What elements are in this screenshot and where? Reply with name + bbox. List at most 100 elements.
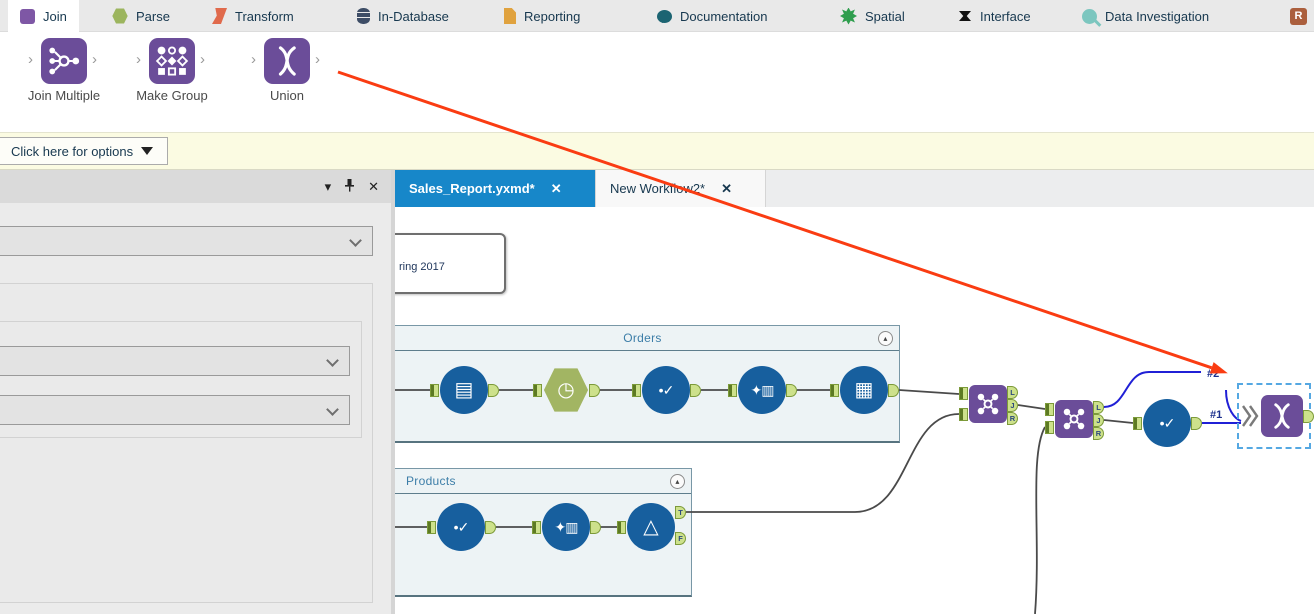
browse-table-tool-glyph: ▦ (855, 380, 874, 400)
category-tab-indb[interactable]: In-Database (345, 0, 461, 32)
category-tab-reporting[interactable]: Reporting (492, 0, 592, 32)
category-tab-label: Reporting (524, 9, 580, 24)
config-dropdown-1[interactable] (0, 226, 373, 256)
configuration-panel: ▾ ✕ (0, 170, 391, 614)
palette-tool-union[interactable]: Union (227, 38, 347, 103)
data-check-tool-2-input-anchor[interactable] (427, 521, 436, 534)
join-tool-2[interactable] (1055, 400, 1093, 438)
connection-black[interactable] (899, 390, 959, 394)
palette-tool-label: Join Multiple (4, 88, 124, 103)
tab-close-icon[interactable]: ✕ (721, 181, 732, 197)
category-tab-predictive[interactable]: RPredictive (1278, 0, 1314, 32)
category-tab-parse[interactable]: Parse (100, 0, 182, 32)
document-tab-2[interactable]: New Workflow2* ✕ (596, 170, 766, 207)
join-tool-2-output-anchor-R[interactable]: R (1093, 427, 1104, 440)
data-check-tool-1[interactable]: •✓ (642, 366, 690, 414)
chevron-right-icon: › (315, 51, 320, 68)
filter-tool-input-anchor[interactable] (617, 521, 626, 534)
category-tab-label: Join (43, 9, 67, 24)
close-icon[interactable]: ✕ (368, 179, 379, 195)
browse-table-tool-output-anchor[interactable] (888, 384, 899, 397)
data-cleansing-tool-1[interactable]: ✦▥ (738, 366, 786, 414)
filter-tool-output-anchor-T[interactable]: T (675, 506, 686, 519)
panel-menu-icon[interactable]: ▾ (325, 179, 332, 195)
data-cleansing-tool-1-input-anchor[interactable] (728, 384, 737, 397)
document-tab-label: New Workflow2* (610, 181, 705, 196)
union-tool[interactable] (1261, 395, 1303, 437)
data-cleansing-tool-2-output-anchor[interactable] (590, 521, 601, 534)
document-area: Sales_Report.yxmd*✕New Workflow2*✕ ring … (395, 170, 1314, 614)
data-check-tool-1-output-anchor[interactable] (690, 384, 701, 397)
browse-table-tool-input-anchor[interactable] (830, 384, 839, 397)
connection-blue[interactable] (1104, 372, 1201, 407)
chevron-right-icon: › (200, 51, 205, 68)
data-check-tool-2[interactable]: •✓ (437, 503, 485, 551)
input-data-tool-output-anchor[interactable] (488, 384, 499, 397)
connection-black[interactable] (1104, 420, 1133, 423)
data-check-tool-1-input-anchor[interactable] (632, 384, 641, 397)
tab-close-icon[interactable]: ✕ (551, 181, 562, 197)
join-tool-1-input-anchor[interactable] (959, 408, 968, 421)
data-cleansing-tool-1-output-anchor[interactable] (786, 384, 797, 397)
data-check-tool-3-input-anchor[interactable] (1133, 417, 1142, 430)
chevron-down-icon (326, 354, 339, 367)
spatial-icon (840, 8, 857, 25)
filter-tool-glyph: △ (643, 517, 658, 537)
category-tab-transform[interactable]: Transform (200, 0, 306, 32)
join-tool-1-input-anchor[interactable] (959, 387, 968, 400)
category-tab-label: In-Database (378, 9, 449, 24)
chevron-right-icon: › (136, 51, 141, 68)
connection-black[interactable] (1035, 427, 1045, 614)
category-tab-label: Documentation (680, 9, 767, 24)
config-dropdown-2[interactable] (0, 346, 350, 376)
chevron-right-icon: › (28, 51, 33, 68)
category-tab-join[interactable]: Join (8, 0, 79, 32)
join-tool-1-output-anchor-J[interactable]: J (1007, 399, 1018, 412)
pin-icon[interactable] (343, 178, 356, 196)
filter-tool-output-anchor-F[interactable]: F (675, 532, 686, 545)
category-tab-doc[interactable]: Documentation (645, 0, 779, 32)
data-cleansing-tool-1-glyph: ✦▥ (751, 383, 774, 397)
join-tool-2-input-anchor[interactable] (1045, 421, 1054, 434)
data-check-tool-2-output-anchor[interactable] (485, 521, 496, 534)
config-dropdown-3[interactable] (0, 395, 350, 425)
document-tab-1[interactable]: Sales_Report.yxmd*✕ (395, 170, 596, 207)
browse-table-tool[interactable]: ▦ (840, 366, 888, 414)
palette-tool-label: Make Group (112, 88, 232, 103)
join-tool-1-output-anchor-R[interactable]: R (1007, 412, 1018, 425)
category-tab-interface[interactable]: Interface (946, 0, 1043, 32)
filter-tool[interactable]: △ (627, 503, 675, 551)
datetime-tool-glyph: ◷ (557, 380, 574, 400)
join-tool-1-output-anchor-L[interactable]: L (1007, 386, 1018, 399)
category-tab-spatial[interactable]: Spatial (828, 0, 917, 32)
category-tab-datainv[interactable]: Data Investigation (1070, 0, 1221, 32)
connection-order-label: #2 (1206, 368, 1220, 380)
join-tool-2-input-anchor[interactable] (1045, 403, 1054, 416)
transform-icon (212, 8, 227, 24)
join-multiple-icon (41, 38, 87, 84)
union-tool-output-anchor[interactable] (1303, 410, 1314, 423)
union-tool-multi-input-anchor[interactable] (1240, 402, 1260, 435)
datainv-icon (1082, 9, 1097, 24)
join-tool-2-output-anchor-J[interactable]: J (1093, 414, 1104, 427)
data-check-tool-3-output-anchor[interactable] (1191, 417, 1202, 430)
palette-tool-make-group[interactable]: Make Group (112, 38, 232, 103)
connection-black[interactable] (1018, 405, 1045, 409)
datetime-tool-output-anchor[interactable] (589, 384, 600, 397)
palette-tool-join-multiple[interactable]: Join Multiple (4, 38, 124, 103)
parse-icon (112, 8, 128, 24)
connection-black[interactable] (686, 414, 959, 512)
document-tab-bar: Sales_Report.yxmd*✕ New Workflow2* ✕ (395, 170, 1314, 207)
input-data-tool-input-anchor[interactable] (430, 384, 439, 397)
options-button[interactable]: Click here for options (0, 137, 168, 165)
workflow-canvas[interactable]: ring 2017 Orders▴Products▴▤◷•✓✦▥▦•✓✦▥△TF… (395, 207, 1314, 614)
chevron-down-icon (326, 403, 339, 416)
chevron-down-icon (349, 234, 362, 247)
datetime-tool-input-anchor[interactable] (533, 384, 542, 397)
join-tool-2-output-anchor-L[interactable]: L (1093, 401, 1104, 414)
input-data-tool[interactable]: ▤ (440, 366, 488, 414)
data-cleansing-tool-2-input-anchor[interactable] (532, 521, 541, 534)
data-check-tool-3[interactable]: •✓ (1143, 399, 1191, 447)
data-cleansing-tool-2[interactable]: ✦▥ (542, 503, 590, 551)
join-tool-1[interactable] (969, 385, 1007, 423)
